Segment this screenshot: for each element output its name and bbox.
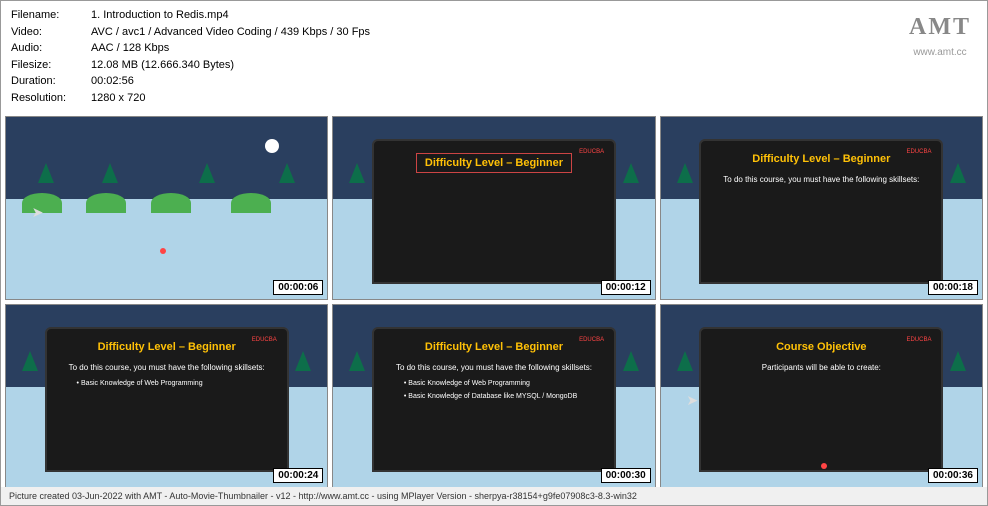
thumbnail-4: EDUCBA Difficulty Level – Beginner To do…	[5, 304, 328, 488]
timestamp-2: 00:00:12	[601, 280, 651, 295]
thumbnail-3: EDUCBA Difficulty Level – Beginner To do…	[660, 116, 983, 300]
logo-url: www.amt.cc	[909, 45, 971, 60]
educba-brand: EDUCBA	[906, 337, 931, 343]
laptop-screen: EDUCBA Difficulty Level – Beginner To do…	[699, 139, 943, 285]
tree-icon	[102, 163, 118, 183]
filesize-label: Filesize:	[11, 57, 91, 74]
filesize-value: 12.08 MB (12.666.340 Bytes)	[91, 57, 977, 74]
thumbnail-5: EDUCBA Difficulty Level – Beginner To do…	[332, 304, 655, 488]
resolution-label: Resolution:	[11, 90, 91, 107]
educba-brand: EDUCBA	[906, 149, 931, 155]
red-dot-icon	[160, 248, 166, 254]
slide-text: To do this course, you must have the fol…	[715, 175, 927, 184]
tree-icon	[623, 163, 639, 183]
slide-bullet: • Basic Knowledge of Web Programming	[77, 380, 273, 387]
filename-label: Filename:	[11, 7, 91, 24]
duration-label: Duration:	[11, 73, 91, 90]
audio-label: Audio:	[11, 40, 91, 57]
thumbnail-grid: ➤ 00:00:06 EDUCBA Difficulty Level – Beg…	[1, 112, 987, 492]
video-label: Video:	[11, 24, 91, 41]
laptop-screen: EDUCBA Difficulty Level – Beginner To do…	[45, 327, 289, 473]
tree-icon	[950, 163, 966, 183]
metadata-header: Filename:1. Introduction to Redis.mp4 Vi…	[1, 1, 987, 112]
educba-brand: EDUCBA	[579, 149, 604, 155]
laptop-screen: EDUCBA Difficulty Level – Beginner	[372, 139, 616, 285]
slide-title: Difficulty Level – Beginner	[61, 341, 273, 353]
tree-icon	[349, 351, 365, 371]
slide-text: To do this course, you must have the fol…	[388, 363, 600, 372]
thumbnail-2: EDUCBA Difficulty Level – Beginner 00:00…	[332, 116, 655, 300]
timestamp-3: 00:00:18	[928, 280, 978, 295]
cursor-icon: ➤	[32, 204, 44, 221]
tree-icon	[22, 351, 38, 371]
moon-icon	[265, 139, 279, 153]
slide-text: Participants will be able to create:	[715, 363, 927, 372]
tree-icon	[279, 163, 295, 183]
slide-title: Course Objective	[715, 341, 927, 353]
timestamp-5: 00:00:30	[601, 468, 651, 483]
slide-bullet-1: • Basic Knowledge of Web Programming	[404, 380, 600, 387]
video-value: AVC / avc1 / Advanced Video Coding / 439…	[91, 24, 977, 41]
thumbnail-1: ➤ 00:00:06	[5, 116, 328, 300]
thumbnail-6: EDUCBA Course Objective Participants wil…	[660, 304, 983, 488]
tree-icon	[38, 163, 54, 183]
resolution-value: 1280 x 720	[91, 90, 977, 107]
amt-logo: AMT www.amt.cc	[909, 9, 971, 60]
slide-title: Difficulty Level – Beginner	[416, 153, 572, 173]
timestamp-1: 00:00:06	[273, 280, 323, 295]
tree-icon	[199, 163, 215, 183]
filename-value: 1. Introduction to Redis.mp4	[91, 7, 977, 24]
laptop-screen: EDUCBA Course Objective Participants wil…	[699, 327, 943, 473]
slide-title: Difficulty Level – Beginner	[388, 341, 600, 353]
laptop-screen: EDUCBA Difficulty Level – Beginner To do…	[372, 327, 616, 473]
tree-icon	[950, 351, 966, 371]
educba-brand: EDUCBA	[252, 337, 277, 343]
tree-icon	[295, 351, 311, 371]
tree-icon	[677, 163, 693, 183]
slide-title: Difficulty Level – Beginner	[715, 153, 927, 165]
audio-value: AAC / 128 Kbps	[91, 40, 977, 57]
timestamp-6: 00:00:36	[928, 468, 978, 483]
duration-value: 00:02:56	[91, 73, 977, 90]
cursor-icon: ➤	[686, 392, 698, 409]
slide-text: To do this course, you must have the fol…	[61, 363, 273, 372]
tree-icon	[349, 163, 365, 183]
tree-icon	[677, 351, 693, 371]
educba-brand: EDUCBA	[579, 337, 604, 343]
timestamp-4: 00:00:24	[273, 468, 323, 483]
logo-text: AMT	[909, 9, 971, 45]
footer-text: Picture created 03-Jun-2022 with AMT - A…	[1, 487, 987, 505]
tree-icon	[623, 351, 639, 371]
slide-bullet-2: • Basic Knowledge of Database like MYSQL…	[404, 393, 600, 400]
